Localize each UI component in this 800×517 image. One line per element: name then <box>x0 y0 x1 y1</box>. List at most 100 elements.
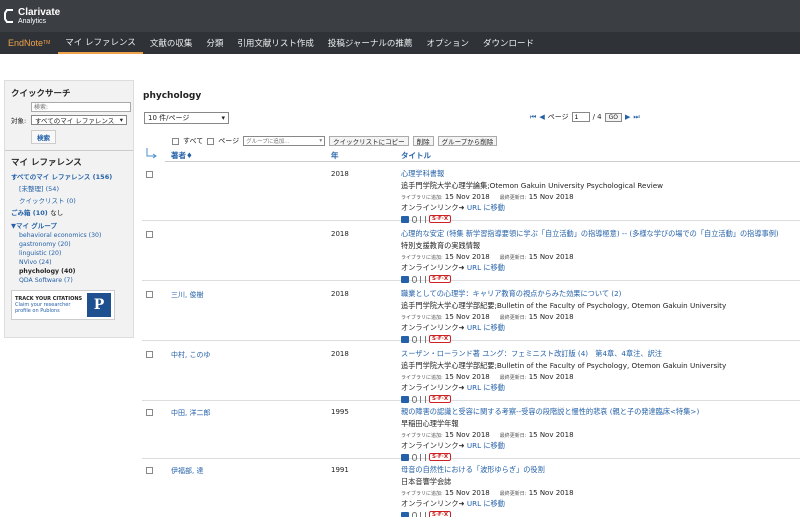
nav-match[interactable]: 投稿ジャーナルの推薦 <box>321 32 420 54</box>
my-groups-toggle[interactable]: ▼マイ グループ <box>11 220 127 230</box>
trash-link[interactable]: ごみ箱 (10) <box>11 209 48 217</box>
row-author[interactable]: 中村, このゆ <box>171 350 210 360</box>
attachment-icon[interactable] <box>412 215 417 223</box>
row-checkbox[interactable] <box>146 171 153 178</box>
prev-page-icon[interactable]: ◀ <box>539 113 544 121</box>
folder-icon[interactable] <box>401 275 409 283</box>
row-checkbox[interactable] <box>146 467 153 474</box>
quick-search-input[interactable] <box>31 102 131 112</box>
nav-options[interactable]: オプション <box>419 32 476 54</box>
row-checkbox[interactable] <box>146 231 153 238</box>
dropdown-arrow-icon: ▾ <box>319 138 323 144</box>
row-year: 2018 <box>331 350 349 358</box>
row-title-link[interactable]: スーザン・ローランド著 ユング：フェミニスト改訂版 (4) 第4章、4章注、訳注 <box>401 349 796 359</box>
target-select[interactable]: すべてのマイ レファレンス ▾ <box>31 115 127 125</box>
trash-empty-label[interactable]: なし <box>50 209 63 217</box>
next-page-icon[interactable]: ▶ <box>625 113 630 121</box>
column-year[interactable]: 年 <box>331 150 339 161</box>
row-source: 追手門学院大学心理学部紀要;Bulletin of the Faculty of… <box>401 361 727 370</box>
bars-icon[interactable] <box>420 275 426 283</box>
nav-collect[interactable]: 文献の収集 <box>143 32 200 54</box>
add-to-group-select[interactable]: グループに追加... ▾ <box>243 136 326 146</box>
url-link[interactable]: URL に移動 <box>467 203 505 212</box>
row-author[interactable]: 中田, 洋二郎 <box>171 408 210 418</box>
row-author[interactable]: 伊福部, 達 <box>171 466 203 476</box>
unfiled-link[interactable]: [未整理] (54) <box>11 183 127 193</box>
nav-format[interactable]: 引用文献リスト作成 <box>230 32 321 54</box>
online-link-label: オンラインリンク <box>401 441 459 450</box>
url-link[interactable]: URL に移動 <box>467 499 505 508</box>
top-bar: Clarivate Analytics <box>0 0 800 32</box>
url-link[interactable]: URL に移動 <box>467 441 505 450</box>
endnote-brand[interactable]: EndNote TM <box>0 32 58 54</box>
quick-list-link[interactable]: クイックリスト (0) <box>11 195 127 205</box>
my-references-title: マイ レファレンス <box>11 158 82 168</box>
folder-icon[interactable] <box>401 335 409 343</box>
page-total: / 4 <box>592 113 602 121</box>
folder-icon[interactable] <box>401 215 409 223</box>
page-label: ページ <box>547 113 569 121</box>
added-label: ライブラリに追加: <box>401 255 443 261</box>
select-page-checkbox[interactable] <box>207 137 215 145</box>
attachment-icon[interactable] <box>412 511 417 517</box>
table-row: 三川, 俊樹 2018 職業としての心理学：キャリア教育の視点からみた効果につい… <box>142 283 800 343</box>
delete-button[interactable]: 削除 <box>412 136 434 146</box>
sfx-button[interactable]: S·F·X <box>429 335 452 343</box>
bars-icon[interactable] <box>420 335 426 343</box>
nav-organize[interactable]: 分類 <box>199 32 230 54</box>
select-all-checkbox[interactable] <box>172 137 179 145</box>
bars-icon[interactable] <box>420 215 426 223</box>
clarivate-logo-icon <box>4 9 13 23</box>
nav-downloads[interactable]: ダウンロード <box>476 32 541 54</box>
sidebar: クイックサーチ 対象: すべてのマイ レファレンス ▾ 検索 マイ レファレンス… <box>4 80 134 338</box>
per-page-select[interactable]: 10 件/ページ ▾ <box>144 112 229 124</box>
row-updated-date: 15 Nov 2018 <box>528 373 574 381</box>
row-year: 1995 <box>331 408 349 416</box>
url-link[interactable]: URL に移動 <box>467 383 505 392</box>
url-link[interactable]: URL に移動 <box>467 323 505 332</box>
clarivate-logo[interactable]: Clarivate Analytics <box>4 7 60 25</box>
bars-icon[interactable] <box>420 511 426 517</box>
group-link[interactable]: NVivo (24) <box>19 259 127 266</box>
column-author[interactable]: 著者♦ <box>171 150 193 161</box>
group-link-current[interactable]: phychology (40) <box>19 268 127 275</box>
row-title-link[interactable]: 心理的な安定 (特集 新学習指導要領に学ぶ「自立活動」の指導極意) -- (多様… <box>401 229 796 239</box>
list-toolbar: すべて ページ グループに追加... ▾ クイックリストにコピー 削除 グループ… <box>172 136 498 146</box>
folder-icon[interactable] <box>401 511 409 517</box>
remove-from-group-button[interactable]: グループから削除 <box>437 136 498 146</box>
select-all-label: すべて <box>183 137 204 145</box>
row-source: 追手門学院大学心理学論集;Otemon Gakuin University Ps… <box>401 181 664 190</box>
url-link[interactable]: URL に移動 <box>467 263 505 272</box>
row-title-link[interactable]: 母音の自然性における「波形ゆらぎ」の役割 <box>401 465 796 475</box>
sfx-button[interactable]: S·F·X <box>429 215 452 223</box>
group-link[interactable]: behavioral economics (30) <box>19 232 127 239</box>
copy-to-quick-list-button[interactable]: クイックリストにコピー <box>329 136 409 146</box>
row-title-link[interactable]: 職業としての心理学：キャリア教育の視点からみた効果について (2) <box>401 289 796 299</box>
row-author[interactable]: 三川, 俊樹 <box>171 290 203 300</box>
all-references-link[interactable]: すべてのマイ レファレンス (156) <box>11 171 127 181</box>
column-title[interactable]: タイトル <box>401 150 431 161</box>
sfx-button[interactable]: S·F·X <box>429 275 452 283</box>
nav-my-references[interactable]: マイ レファレンス <box>58 32 143 54</box>
publons-banner[interactable]: TRACK YOUR CITATIONS Claim your research… <box>11 290 115 320</box>
last-page-icon[interactable]: ⏭ <box>633 113 639 122</box>
go-button[interactable]: GO <box>604 112 622 122</box>
group-link[interactable]: gastronomy (20) <box>19 241 127 248</box>
search-button[interactable]: 検索 <box>31 130 56 144</box>
sort-arrow-icon[interactable] <box>146 146 158 160</box>
group-link[interactable]: QDA Software (7) <box>19 277 127 284</box>
row-title-link[interactable]: 親の障害の認識と受容に関する考察--受容の段階説と慢性的悲哀 (親と子の発達臨床… <box>401 407 796 417</box>
row-checkbox[interactable] <box>146 409 153 416</box>
first-page-icon[interactable]: ⏮ <box>530 113 536 122</box>
brand-sup: TM <box>43 40 51 46</box>
updated-label: 最終更新日: <box>499 255 527 261</box>
row-checkbox[interactable] <box>146 291 153 298</box>
sfx-button[interactable]: S·F·X <box>429 511 452 517</box>
row-checkbox[interactable] <box>146 351 153 358</box>
added-label: ライブラリに追加: <box>401 375 443 381</box>
attachment-icon[interactable] <box>412 275 417 283</box>
row-title-link[interactable]: 心理学科書報 <box>401 169 796 179</box>
attachment-icon[interactable] <box>412 335 417 343</box>
group-link[interactable]: linguistic (20) <box>19 250 127 257</box>
page-number-input[interactable] <box>571 112 590 122</box>
